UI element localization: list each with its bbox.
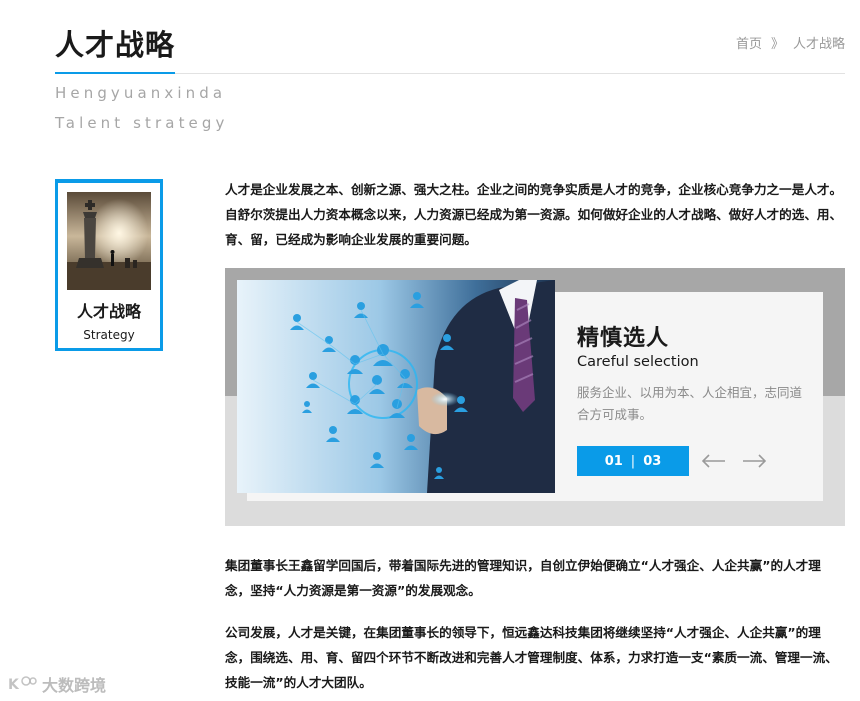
- slide-current-index: 01: [604, 453, 623, 469]
- slide-heading: 精慎选人: [577, 326, 670, 351]
- arrow-right-icon: [743, 454, 766, 468]
- breadcrumb-separator: 》: [770, 37, 784, 52]
- title-underline: [55, 72, 175, 74]
- breadcrumb-home-link[interactable]: 首页: [736, 33, 762, 52]
- talent-slider: 精慎选人 Careful selection 服务企业、以用为本、人企相宜，志同…: [225, 268, 845, 526]
- sidebar-category-card[interactable]: 人才战略 Strategy: [55, 179, 163, 351]
- watermark-logo-icon: K: [8, 676, 37, 693]
- arrow-left-icon: [702, 454, 725, 468]
- intro-paragraph: 人才是企业发展之本、创新之源、强大之柱。企业之间的竞争实质是人才的竞争，企业核心…: [225, 182, 843, 247]
- slide-total-count: 03: [643, 453, 662, 469]
- slide-subheading: Careful selection: [577, 354, 699, 370]
- page-title: 人才战略: [55, 28, 176, 62]
- breadcrumb: 首页 》 人才战略: [736, 33, 845, 52]
- slide-prev-button[interactable]: [701, 448, 727, 474]
- english-subtitle-line2: Talent strategy: [55, 114, 229, 132]
- slide-description: 服务企业、以用为本、人企相宜，志同道合方可成事。: [577, 385, 803, 422]
- watermark-text: 大数跨境: [42, 676, 107, 695]
- slide-next-button[interactable]: [741, 448, 767, 474]
- development-paragraph: 公司发展，人才是关键，在集团董事长的领导下，恒远鑫达科技集团将继续坚持“人才强企…: [225, 625, 838, 690]
- sidebar-card-title: 人才战略: [76, 302, 141, 321]
- businessman-network-photo: [237, 280, 555, 493]
- watermark: K 大数跨境: [8, 672, 106, 696]
- chess-king-thumbnail: [67, 192, 151, 290]
- chairman-paragraph: 集团董事长王鑫留学回国后，带着国际先进的管理知识，自创立伊始便确立“人才强企、人…: [225, 558, 821, 598]
- slide-counter-separator: |: [630, 453, 636, 469]
- sidebar-card-subtitle: Strategy: [83, 328, 135, 342]
- card-bottom-gap: [62, 343, 156, 348]
- breadcrumb-current-link[interactable]: 人才战略: [793, 33, 845, 52]
- svg-text:K: K: [8, 677, 20, 693]
- slide-counter: 01 | 03: [577, 446, 689, 476]
- english-subtitle-line1: Hengyuanxinda: [55, 84, 227, 102]
